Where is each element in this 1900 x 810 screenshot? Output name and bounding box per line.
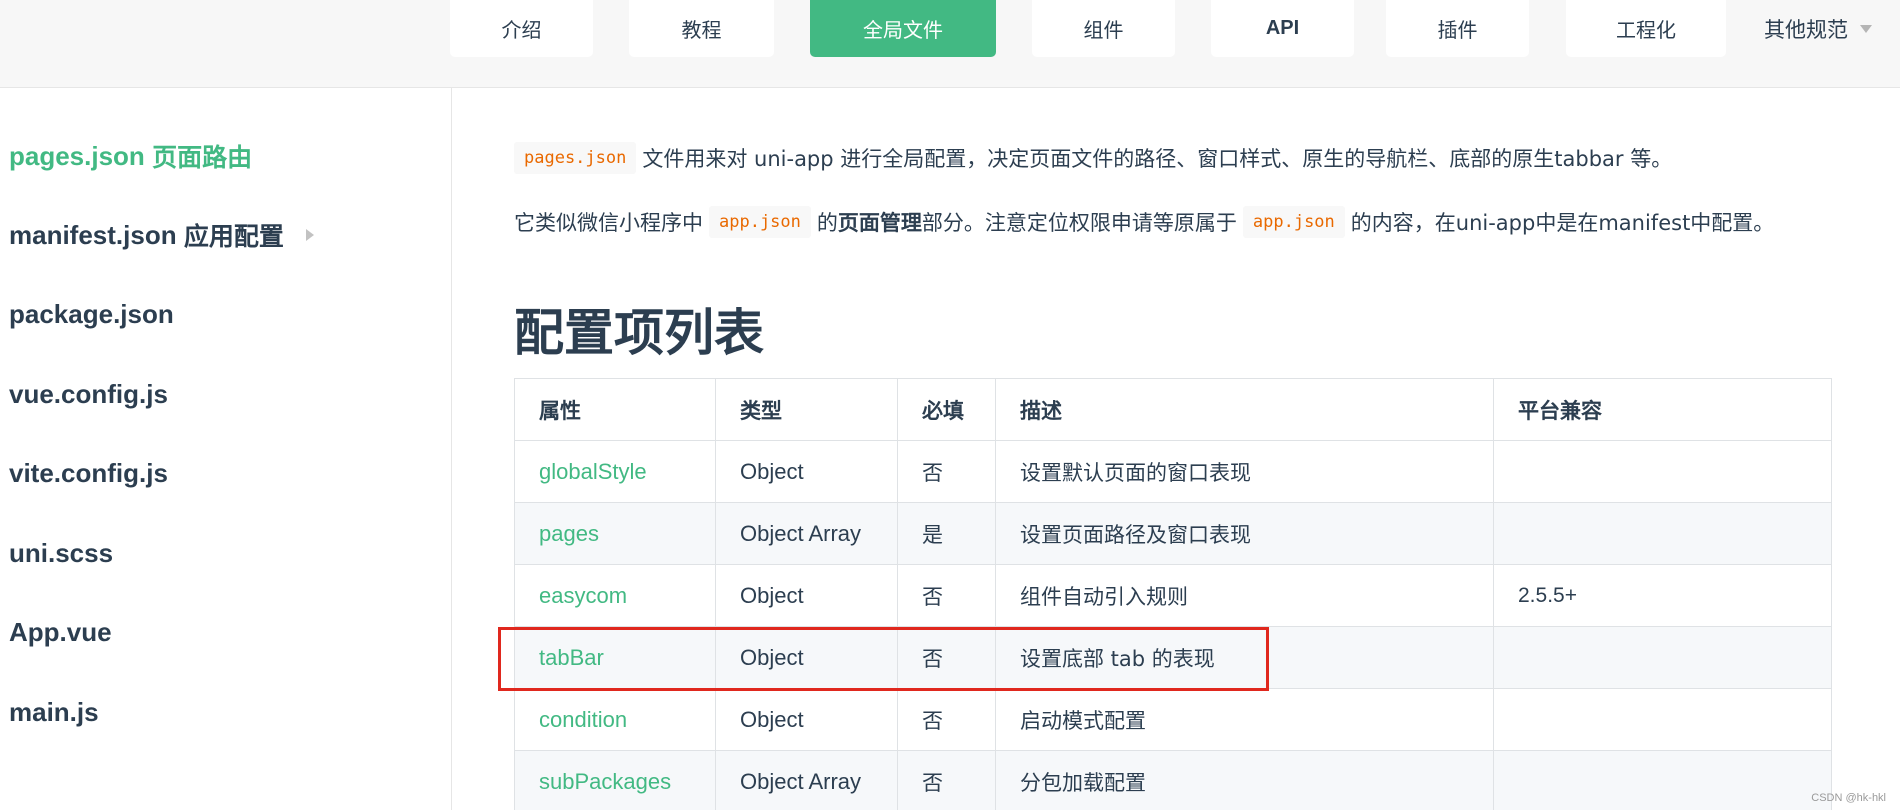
sidebar-item-uni-scss[interactable]: uni.scss (9, 533, 113, 573)
table-cell-attr-link[interactable]: tabBar (514, 626, 716, 689)
table-cell-required: 否 (897, 440, 996, 503)
table-cell-required: 否 (897, 750, 996, 810)
sidebar-item-app-vue[interactable]: App.vue (9, 612, 112, 652)
paragraph-text: 的 (816, 211, 838, 235)
table-header-compat: 平台兼容 (1493, 378, 1832, 441)
config-table: 属性 类型 必填 描述 平台兼容 globalStyle Object 否 设置… (514, 378, 1832, 810)
nav-tab-tutorial[interactable]: 教程 (629, 0, 774, 57)
table-header-type: 类型 (715, 378, 898, 441)
nav-more-label: 其他规范 (1764, 18, 1848, 42)
table-cell-required: 否 (897, 626, 996, 689)
table-row: pages Object Array 是 设置页面路径及窗口表现 (514, 502, 1832, 565)
sidebar-item-pages-json[interactable]: pages.json 页面路由 (9, 136, 252, 176)
sidebar-item-package-json[interactable]: package.json (9, 294, 174, 334)
table-row: tabBar Object 否 设置底部 tab 的表现 (514, 626, 1832, 689)
sidebar-item-vue-config[interactable]: vue.config.js (9, 374, 168, 414)
table-cell-type: Object Array (715, 750, 898, 810)
table-cell-desc: 分包加载配置 (995, 750, 1494, 810)
table-cell-attr-link[interactable]: subPackages (514, 750, 716, 810)
table-header-row: 属性 类型 必填 描述 平台兼容 (514, 378, 1832, 441)
table-header-attr: 属性 (514, 378, 716, 441)
table-cell-compat (1493, 626, 1832, 689)
inline-code: app.json (1242, 206, 1345, 238)
table-cell-type: Object (715, 688, 898, 751)
table-cell-required: 否 (897, 564, 996, 627)
table-cell-required: 否 (897, 688, 996, 751)
inline-code: pages.json (514, 142, 637, 174)
table-header-required: 必填 (897, 378, 996, 441)
sidebar-item-label-zh: 页面路由 (152, 143, 253, 172)
table-cell-attr-link[interactable]: globalStyle (514, 440, 716, 503)
table-cell-desc: 设置底部 tab 的表现 (995, 626, 1494, 689)
note-paragraph: 它类似微信小程序中 app.json 的 页面管理 部分。注意定位权限申请等原属… (514, 202, 1774, 242)
table-cell-attr-link[interactable]: pages (514, 502, 716, 565)
table-header-desc: 描述 (995, 378, 1494, 441)
sidebar-item-main-js[interactable]: main.js (9, 692, 99, 732)
chevron-down-icon (1860, 25, 1872, 33)
top-navigation: 介绍 教程 全局文件 组件 API 插件 工程化 其他规范 (0, 0, 1900, 88)
table-cell-compat (1493, 440, 1832, 503)
table-cell-desc: 启动模式配置 (995, 688, 1494, 751)
nav-more-dropdown[interactable]: 其他规范 (1764, 12, 1872, 46)
table-row: globalStyle Object 否 设置默认页面的窗口表现 (514, 440, 1832, 503)
table-cell-compat (1493, 750, 1832, 810)
paragraph-text: 的内容，在uni-app中是在manifest中配置。 (1350, 211, 1775, 235)
sidebar-item-label: manifest.json (9, 219, 177, 250)
table-cell-type: Object (715, 440, 898, 503)
paragraph-bold-text: 页面管理 (837, 211, 922, 235)
sidebar-item-vite-config[interactable]: vite.config.js (9, 453, 168, 493)
table-cell-desc: 组件自动引入规则 (995, 564, 1494, 627)
table-row: subPackages Object Array 否 分包加载配置 (514, 750, 1832, 810)
table-cell-compat: 2.5.5+ (1493, 564, 1832, 627)
nav-tab-api[interactable]: API (1211, 0, 1354, 57)
table-cell-attr-link[interactable]: easycom (514, 564, 716, 627)
table-cell-type: Object Array (715, 502, 898, 565)
section-heading: 配置项列表 (514, 304, 764, 362)
table-cell-desc: 设置默认页面的窗口表现 (995, 440, 1494, 503)
intro-paragraph: pages.json 文件用来对 uni-app 进行全局配置，决定页面文件的路… (514, 138, 1672, 178)
table-row: easycom Object 否 组件自动引入规则 2.5.5+ (514, 564, 1832, 627)
nav-tab-plugins[interactable]: 插件 (1386, 0, 1529, 57)
sidebar-item-label: pages.json (9, 140, 145, 171)
paragraph-text: 它类似微信小程序中 (514, 211, 703, 235)
table-cell-attr-link[interactable]: condition (514, 688, 716, 751)
sidebar: pages.json 页面路由 manifest.json 应用配置 packa… (0, 88, 452, 810)
table-cell-type: Object (715, 626, 898, 689)
paragraph-text: 部分。注意定位权限申请等原属于 (921, 211, 1237, 235)
nav-tab-components[interactable]: 组件 (1032, 0, 1175, 57)
sidebar-item-manifest-json[interactable]: manifest.json 应用配置 (9, 215, 314, 255)
nav-tab-intro[interactable]: 介绍 (450, 0, 593, 57)
paragraph-text: 文件用来对 uni-app 进行全局配置，决定页面文件的路径、窗口样式、原生的导… (642, 147, 1673, 171)
table-cell-compat (1493, 688, 1832, 751)
nav-tab-engineering[interactable]: 工程化 (1566, 0, 1726, 57)
table-row: condition Object 否 启动模式配置 (514, 688, 1832, 751)
table-cell-required: 是 (897, 502, 996, 565)
inline-code: app.json (709, 206, 811, 238)
nav-tab-global-files[interactable]: 全局文件 (810, 0, 996, 57)
sidebar-item-label-zh: 应用配置 (183, 222, 284, 251)
chevron-right-icon[interactable] (305, 229, 314, 241)
table-cell-compat (1493, 502, 1832, 565)
table-cell-desc: 设置页面路径及窗口表现 (995, 502, 1494, 565)
table-cell-type: Object (715, 564, 898, 627)
watermark: CSDN @hk-hkl (1811, 792, 1886, 804)
